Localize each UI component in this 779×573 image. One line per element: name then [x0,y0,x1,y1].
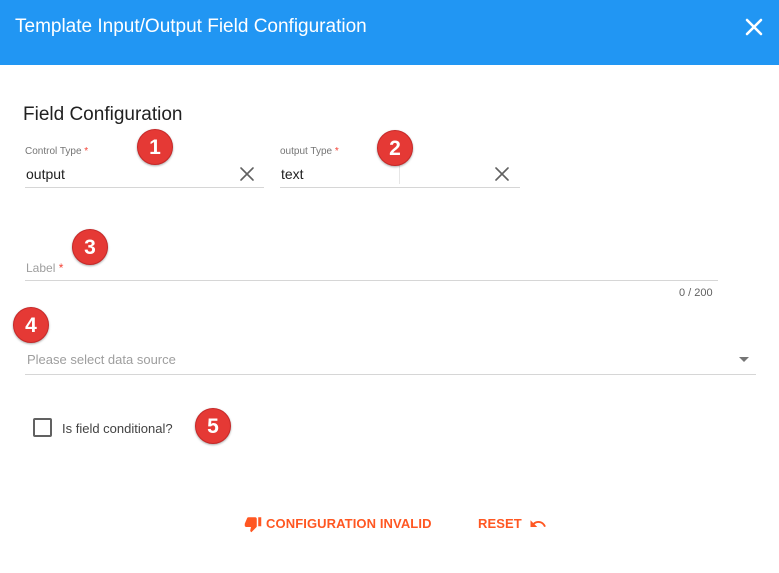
configuration-invalid-button[interactable]: CONFIGURATION INVALID [244,515,432,533]
label-placeholder: Label [26,261,56,275]
text-cursor [399,165,400,184]
control-type-clear-button[interactable] [238,165,256,183]
required-mark: * [334,146,339,157]
close-icon [745,18,763,36]
data-source-select[interactable]: Please select data source [27,352,176,368]
thumbs-down-icon [244,517,262,533]
required-mark: * [58,261,64,275]
control-type-input[interactable]: output [26,166,65,182]
data-source-underline [25,374,756,375]
badge-5: 5 [195,408,231,444]
configuration-invalid-label: CONFIGURATION INVALID [266,516,432,531]
output-type-label: output Type * [280,146,339,158]
dialog-header: Template Input/Output Field Configuratio… [0,0,779,65]
undo-icon [530,520,546,527]
control-type-label-text: Control Type [25,146,82,157]
field-config-dialog: Template Input/Output Field Configuratio… [0,0,779,573]
label-char-counter: 0 / 200 [679,287,713,299]
section-title: Field Configuration [23,104,183,125]
reset-label: RESET [478,516,522,531]
control-type-label: Control Type * [25,146,88,158]
badge-1: 1 [137,129,173,165]
badge-2: 2 [377,130,413,166]
badge-4: 4 [13,307,49,343]
clear-icon [240,167,254,181]
conditional-checkbox[interactable] [33,418,52,437]
output-type-clear-button[interactable] [493,165,511,183]
badge-3: 3 [72,229,108,265]
output-type-label-text: output Type [280,146,333,157]
output-type-input[interactable]: text [281,166,304,182]
dropdown-arrow-icon[interactable] [739,357,749,362]
clear-icon [495,167,509,181]
close-button[interactable] [740,13,768,41]
label-input[interactable]: Label * [26,260,63,276]
output-type-underline [280,187,520,188]
dialog-title: Template Input/Output Field Configuratio… [15,16,367,37]
control-type-underline [25,187,264,188]
reset-button[interactable]: RESET [478,515,549,533]
label-underline [25,280,718,281]
required-mark: * [84,146,89,157]
conditional-checkbox-label: Is field conditional? [62,421,173,436]
